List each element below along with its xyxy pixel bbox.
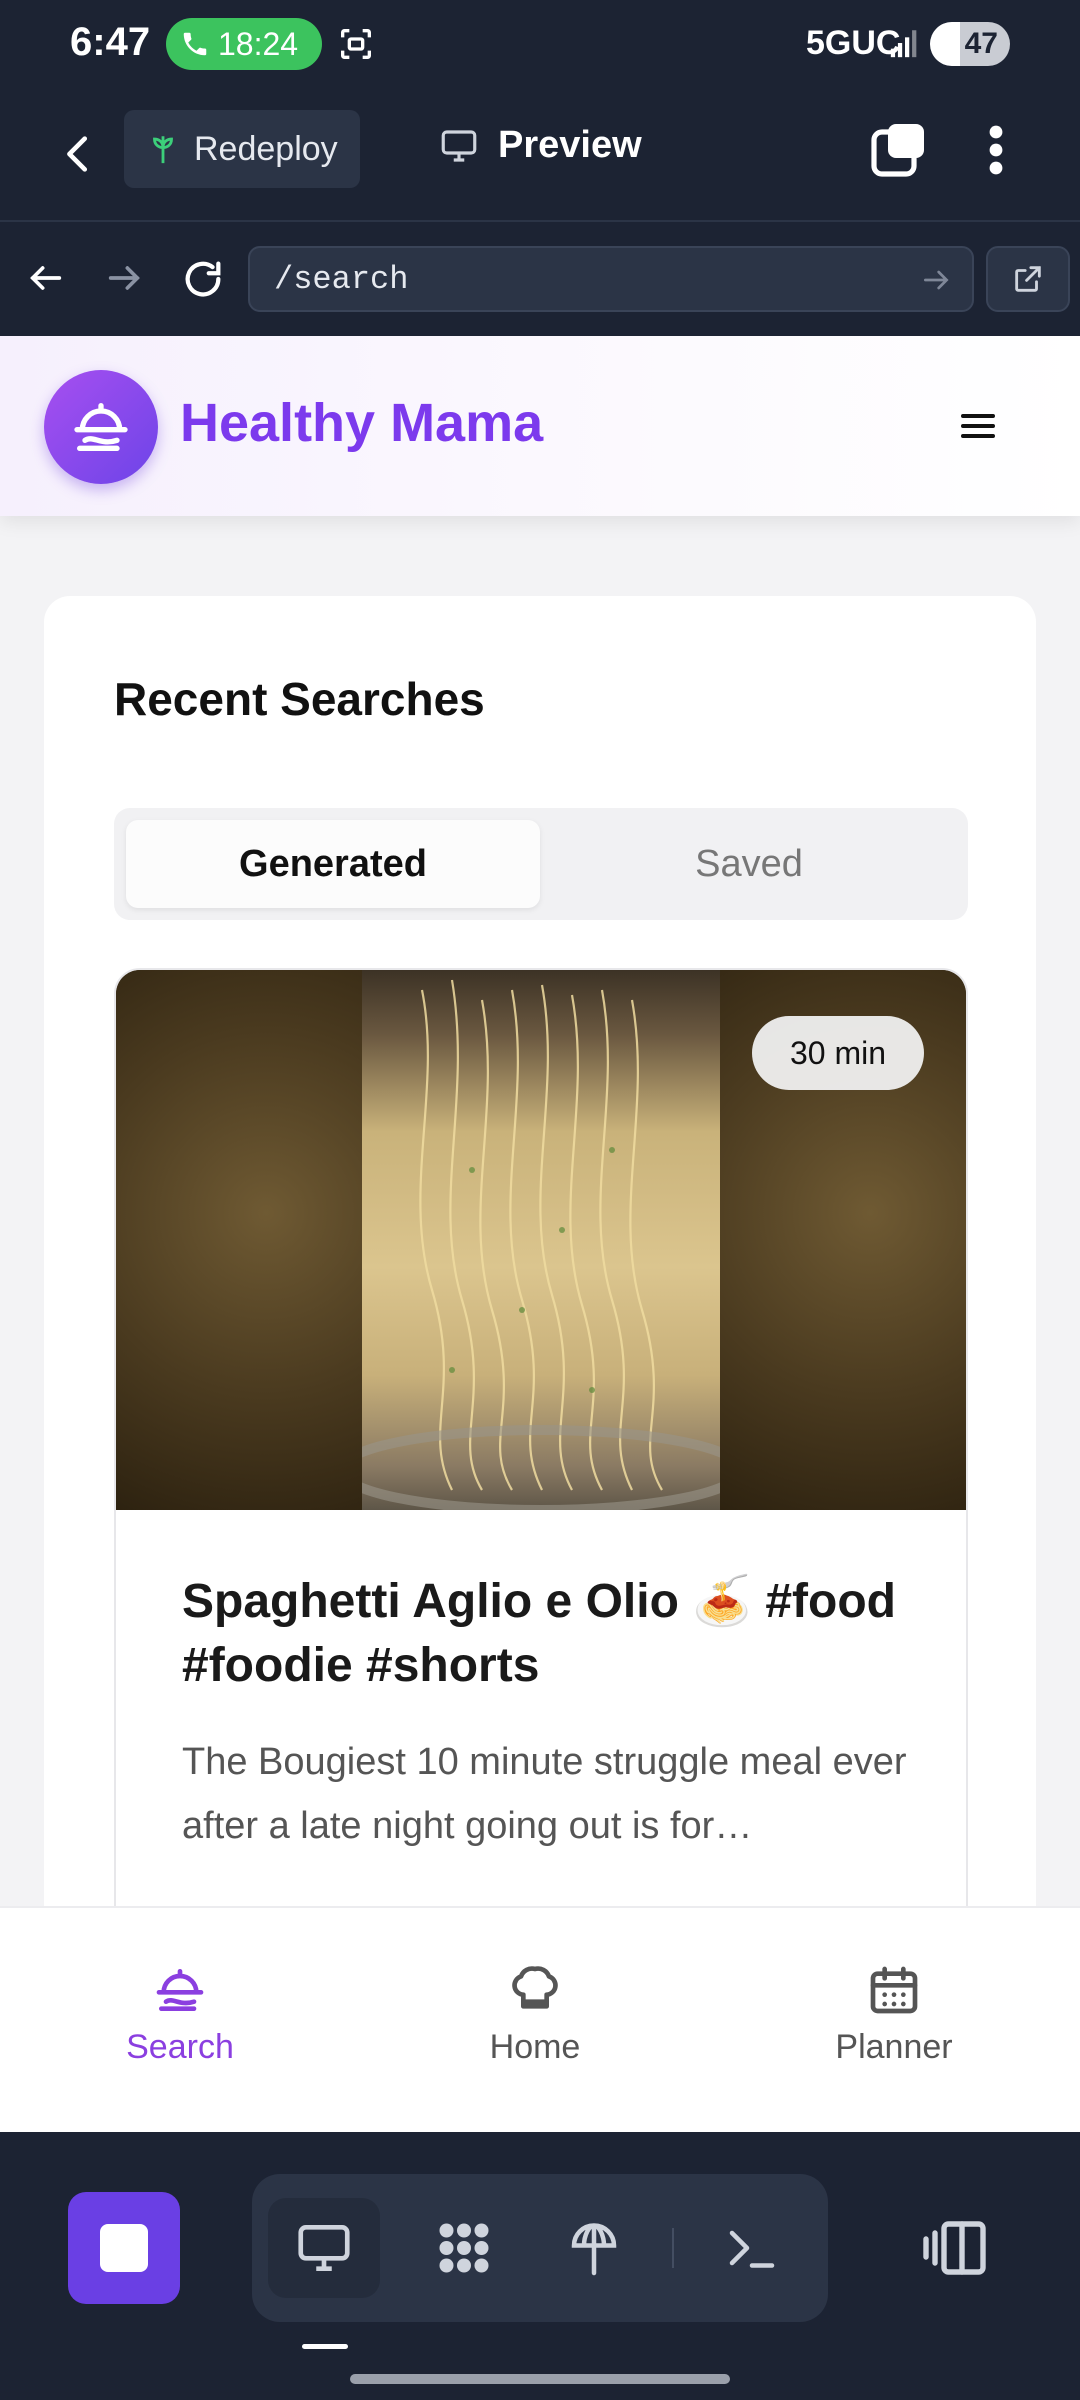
web-preview: Healthy Mama Recent Searches Generated S… <box>0 336 1080 2132</box>
redeploy-button[interactable]: Redeploy <box>124 110 360 188</box>
home-indicator[interactable] <box>350 2374 730 2384</box>
desktop-icon <box>298 2225 350 2271</box>
status-bar: 6:47 18:24 5GUC 47 <box>0 0 1080 88</box>
battery-fill <box>930 22 961 66</box>
segment-generated[interactable]: Generated <box>126 820 540 908</box>
pasta-image <box>336 970 746 1510</box>
tool-switcher <box>252 2174 828 2322</box>
ide-dock <box>0 2132 1080 2400</box>
recipe-photo: 30 min <box>116 970 966 1510</box>
chef-hat-icon <box>512 1966 558 2009</box>
preview-title[interactable]: Preview <box>438 124 642 167</box>
tab-home-label: Home <box>489 2028 581 2066</box>
preview-label: Preview <box>498 124 642 166</box>
site-logo[interactable] <box>44 370 158 484</box>
network-type: 5GUC <box>806 24 901 62</box>
tabs-icon[interactable] <box>866 118 930 182</box>
pasta-strands <box>336 979 746 1510</box>
browser-nav-bar: /search <box>0 222 1080 336</box>
phone-icon <box>183 32 207 56</box>
redeploy-label: Redeploy <box>194 129 338 168</box>
more-options-icon[interactable] <box>980 118 1012 182</box>
tool-divider <box>672 2228 674 2268</box>
side-panel-icon[interactable] <box>920 2212 992 2284</box>
section-title: Recent Searches <box>114 673 485 725</box>
calendar-icon <box>870 1966 918 2014</box>
tab-home[interactable]: Home <box>415 1962 655 2067</box>
nav-back-icon[interactable] <box>26 258 66 298</box>
stop-button[interactable] <box>68 2192 180 2304</box>
cloche-icon <box>156 1969 204 2011</box>
tool-apps[interactable] <box>408 2198 520 2298</box>
photo-blur-left <box>116 970 366 1510</box>
url-path: /search <box>274 260 409 298</box>
tab-search[interactable]: Search <box>60 1962 300 2067</box>
recipe-title[interactable]: Spaghetti Aglio e Olio 🍝 #food #foodie #… <box>182 1570 922 1698</box>
brand-name[interactable]: Healthy Mama <box>180 392 543 454</box>
back-chevron-icon[interactable] <box>56 126 102 182</box>
tab-planner[interactable]: Planner <box>774 1962 1014 2067</box>
menu-icon[interactable] <box>958 406 998 446</box>
nav-forward-icon[interactable] <box>104 258 144 298</box>
call-duration: 18:24 <box>218 25 299 62</box>
reload-icon[interactable] <box>180 256 226 302</box>
url-input[interactable]: /search <box>248 246 974 312</box>
open-external-button[interactable] <box>986 246 1070 312</box>
tab-search-label: Search <box>126 2028 234 2066</box>
apps-grid-icon <box>439 2223 489 2273</box>
deploy-icon <box>571 2223 617 2276</box>
search-segment-control: Generated Saved <box>114 808 968 920</box>
battery-indicator: 47 <box>930 22 1010 66</box>
cook-time-badge: 30 min <box>752 1016 924 1090</box>
tool-desktop[interactable] <box>268 2198 380 2298</box>
tool-terminal[interactable] <box>696 2198 808 2298</box>
screenshot-icon <box>341 29 371 59</box>
call-indicator[interactable]: 18:24 <box>166 18 322 70</box>
cloche-icon <box>74 403 128 451</box>
recipe-description: The Bougiest 10 minute struggle meal eve… <box>182 1741 907 1847</box>
active-tool-indicator <box>302 2344 348 2349</box>
battery-level: 47 <box>964 27 998 60</box>
go-arrow-icon[interactable] <box>920 264 952 296</box>
stop-icon <box>100 2224 148 2272</box>
tool-deploy[interactable] <box>538 2198 650 2298</box>
app-toolbar: Redeploy Preview <box>0 88 1080 222</box>
terminal-icon <box>729 2230 775 2268</box>
external-link-icon <box>1015 266 1041 292</box>
status-time: 6:47 <box>70 20 151 64</box>
site-header: Healthy Mama <box>0 336 1080 516</box>
signal-icon <box>890 30 917 58</box>
bottom-nav: Search Home Planner <box>0 1906 1080 2132</box>
segment-saved[interactable]: Saved <box>542 820 956 908</box>
recipe-card[interactable]: 30 min Spaghetti Aglio e Olio 🍝 #food #f… <box>114 968 968 1968</box>
deploy-icon <box>153 136 173 164</box>
tab-planner-label: Planner <box>835 2028 953 2066</box>
monitor-icon <box>441 129 477 162</box>
